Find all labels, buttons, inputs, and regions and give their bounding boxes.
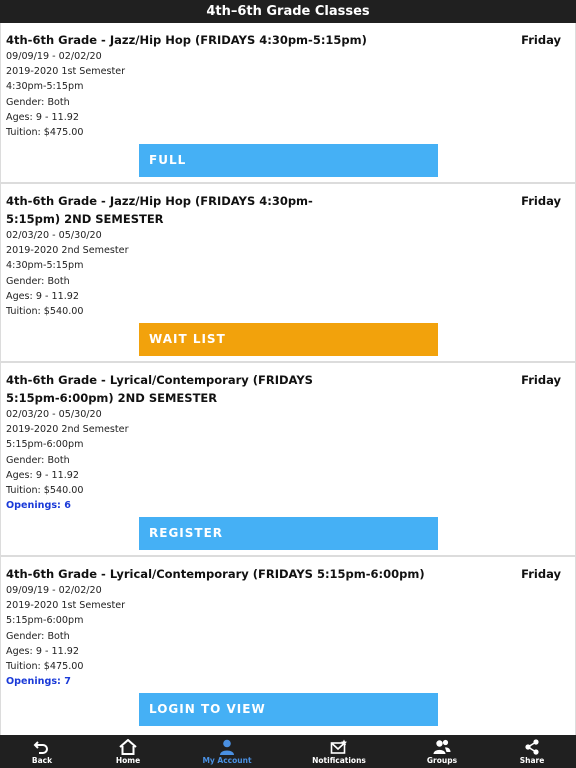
tab-my-account[interactable]: My Account xyxy=(192,735,262,768)
class-time: 4:30pm-5:15pm xyxy=(6,260,84,272)
class-semester: 2019-2020 1st Semester xyxy=(6,600,126,612)
class-semester: 2019-2020 2nd Semester xyxy=(6,424,129,436)
class-dates: 09/09/19 - 02/02/20 xyxy=(6,51,102,62)
class-day: Friday xyxy=(521,194,561,208)
class-time: 5:15pm-6:00pm xyxy=(6,615,84,627)
class-ages: Ages: 9 - 11.92 xyxy=(6,469,79,481)
class-title: 4th-6th Grade - Jazz/Hip Hop (FRIDAYS 4:… xyxy=(6,194,313,226)
page-title: 4th–6th Grade Classes xyxy=(0,0,576,23)
class-openings: Openings: 6 xyxy=(6,500,71,512)
bottom-tab-bar: Back Home My Account Notifications Group… xyxy=(0,735,576,768)
back-arrow-icon xyxy=(33,741,48,754)
register-button[interactable]: REGISTER xyxy=(139,517,438,550)
class-gender: Gender: Both xyxy=(6,96,70,108)
tab-label: Share xyxy=(519,756,545,765)
class-tuition: Tuition: $475.00 xyxy=(6,127,84,139)
tab-label: Notifications xyxy=(312,756,366,765)
class-ages: Ages: 9 - 11.92 xyxy=(6,645,79,657)
class-time: 4:30pm-5:15pm xyxy=(6,81,84,93)
class-gender: Gender: Both xyxy=(6,630,70,642)
tab-home[interactable]: Home xyxy=(93,735,163,768)
tab-notifications[interactable]: Notifications xyxy=(304,735,374,768)
envelope-icon xyxy=(330,739,347,754)
class-title: 4th-6th Grade - Jazz/Hip Hop (FRIDAYS 4:… xyxy=(6,33,367,47)
class-dates: 09/09/19 - 02/02/20 xyxy=(6,585,102,596)
groups-icon xyxy=(433,739,451,754)
login-to-view-button[interactable]: LOGIN TO VIEW xyxy=(139,693,438,726)
class-tuition: Tuition: $475.00 xyxy=(6,661,84,673)
class-gender: Gender: Both xyxy=(6,275,70,287)
class-day: Friday xyxy=(521,33,561,47)
class-time: 5:15pm-6:00pm xyxy=(6,439,84,451)
class-semester: 2019-2020 2nd Semester xyxy=(6,245,129,257)
home-icon xyxy=(119,739,137,755)
class-ages: Ages: 9 - 11.92 xyxy=(6,290,79,302)
class-card: 4th-6th Grade - Jazz/Hip Hop (FRIDAYS 4:… xyxy=(1,184,575,361)
tab-label: Home xyxy=(115,756,141,765)
tab-label: My Account xyxy=(202,756,252,765)
tab-back[interactable]: Back xyxy=(7,735,77,768)
tab-share[interactable]: Share xyxy=(497,735,567,768)
share-icon xyxy=(525,739,539,755)
class-day: Friday xyxy=(521,567,561,581)
class-card: 4th-6th Grade - Jazz/Hip Hop (FRIDAYS 4:… xyxy=(1,23,575,182)
tab-label: Back xyxy=(31,756,53,765)
class-ages: Ages: 9 - 11.92 xyxy=(6,111,79,123)
class-tuition: Tuition: $540.00 xyxy=(6,306,84,318)
class-day: Friday xyxy=(521,373,561,387)
class-gender: Gender: Both xyxy=(6,454,70,466)
tab-label: Groups xyxy=(426,756,458,765)
class-dates: 02/03/20 - 05/30/20 xyxy=(6,230,102,241)
class-title: 4th-6th Grade - Lyrical/Contemporary (FR… xyxy=(6,373,313,405)
class-semester: 2019-2020 1st Semester xyxy=(6,66,126,78)
tab-groups[interactable]: Groups xyxy=(407,735,477,768)
wait-list-button[interactable]: WAIT LIST xyxy=(139,323,438,356)
class-card: 4th-6th Grade - Lyrical/Contemporary (FR… xyxy=(1,363,575,555)
full-button[interactable]: FULL xyxy=(139,144,438,177)
class-title: 4th-6th Grade - Lyrical/Contemporary (FR… xyxy=(6,567,425,581)
class-dates: 02/03/20 - 05/30/20 xyxy=(6,409,102,420)
class-card: 4th-6th Grade - Lyrical/Contemporary (FR… xyxy=(1,557,575,735)
class-tuition: Tuition: $540.00 xyxy=(6,485,84,497)
person-icon xyxy=(220,739,234,755)
class-openings: Openings: 7 xyxy=(6,676,71,688)
class-list[interactable]: 4th-6th Grade - Jazz/Hip Hop (FRIDAYS 4:… xyxy=(0,23,576,735)
